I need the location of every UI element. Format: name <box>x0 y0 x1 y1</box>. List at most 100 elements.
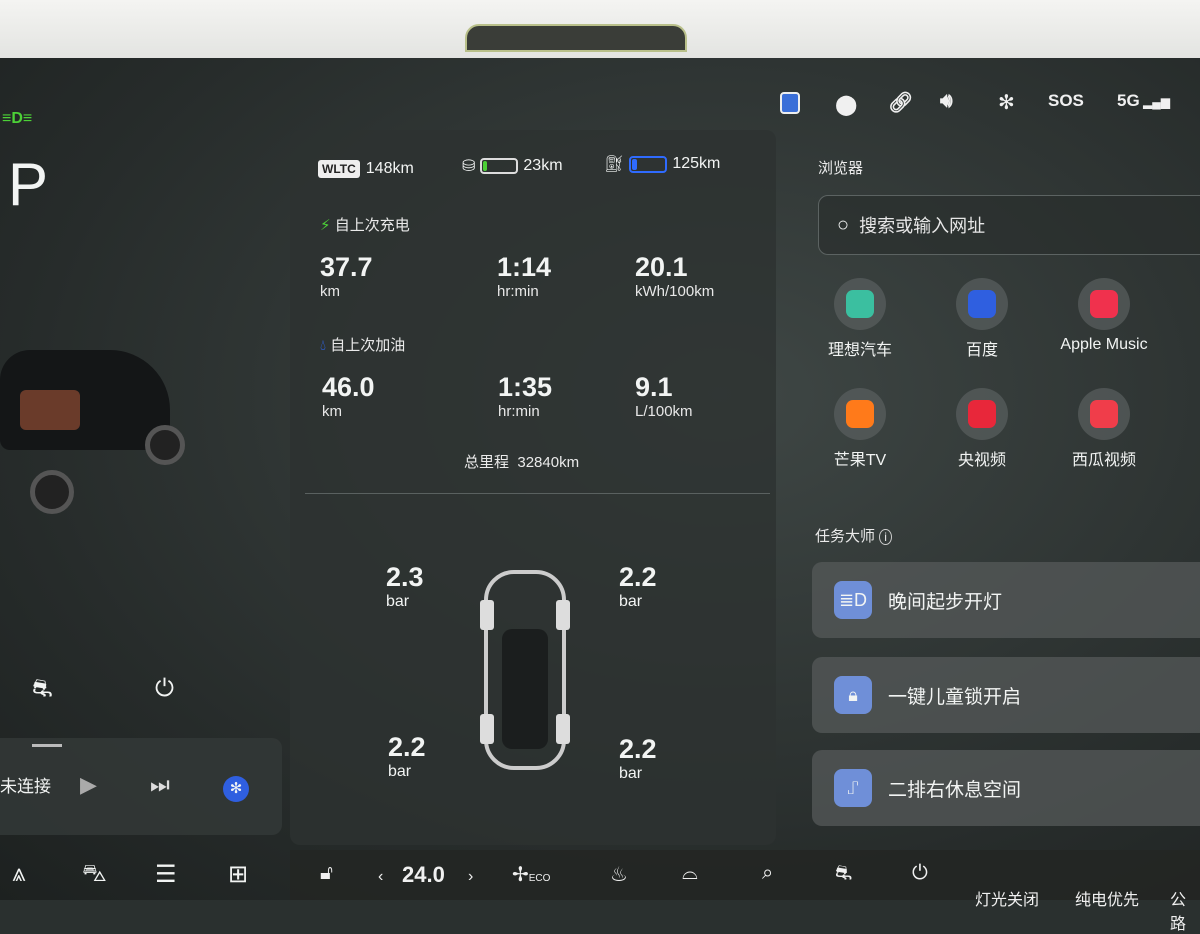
unit: km <box>322 403 342 420</box>
temp-down-button[interactable]: ‹ <box>378 868 383 886</box>
fuel-range: ⛽︎ 125km <box>604 154 720 174</box>
task-card[interactable]: ≣D 晚间起步开灯 <box>812 562 1200 638</box>
value: 20.1 <box>635 252 688 282</box>
location-icon[interactable]: ⬤ <box>835 92 857 117</box>
app-shortcut[interactable]: 百度 <box>932 278 1032 360</box>
battery-range-value: 23km <box>523 157 563 174</box>
since-charge-header: ⚡︎ 自上次充电 <box>320 214 410 235</box>
drive-mode-button[interactable]: 纯电优先 <box>1075 886 1139 910</box>
value: 37.7 <box>320 252 373 282</box>
network-indicator: 5G ▂▄▆ <box>1117 91 1170 111</box>
network-label: 5G <box>1117 91 1140 110</box>
fuel-drop-icon: 💧︎ <box>320 337 327 354</box>
next-track-button[interactable]: ⏭ <box>150 772 170 798</box>
info-icon[interactable]: i <box>879 529 892 545</box>
tire-front-right: 2.2 bar <box>619 562 657 611</box>
pressure: 2.3 <box>386 562 424 592</box>
temp-up-button[interactable]: › <box>468 868 473 886</box>
charge-port-icon[interactable]: ⏻ <box>155 675 174 703</box>
app-label: 央视频 <box>957 452 1006 469</box>
light-status-button[interactable]: 灯光关闭 <box>975 886 1039 910</box>
refuel-distance: 46.0 km <box>322 372 375 420</box>
unlock-icon[interactable]: 🔓︎ <box>320 862 333 885</box>
app-shortcut[interactable]: 央视频 <box>932 388 1032 470</box>
pressure: 2.2 <box>619 734 657 764</box>
app-shortcut[interactable]: Apple Music <box>1054 278 1154 354</box>
suspension-icon[interactable]: ⛐ <box>835 862 852 887</box>
fuel-pump-icon: ⛽︎ <box>604 156 625 173</box>
browser-title: 浏览器 <box>818 160 864 177</box>
wltc-range-value: 148km <box>365 160 414 177</box>
refuel-consumption: 9.1 L/100km <box>635 372 693 420</box>
task-label: 一键儿童锁开启 <box>888 686 1022 708</box>
app-shortcut[interactable]: 优 <box>1176 278 1200 360</box>
sos-button[interactable]: SOS <box>1048 91 1084 111</box>
fan-mode: ECO <box>528 873 551 884</box>
unit: bar <box>619 765 643 782</box>
unit: bar <box>388 763 412 780</box>
defrost-icon[interactable]: ⌓ <box>682 862 698 885</box>
fuel-range-value: 125km <box>672 155 721 172</box>
task-label: 二排右休息空间 <box>888 779 1022 801</box>
car-outline-diagram <box>480 570 570 770</box>
browser-search-input[interactable]: ○ 搜索或输入网址 <box>818 195 1200 255</box>
navigation-icon[interactable]: ⩓ <box>12 860 26 888</box>
app-label: 西瓜视频 <box>1071 452 1136 469</box>
app-label: 芒果TV <box>833 452 887 469</box>
media-status: 未连接 <box>0 777 51 796</box>
extra-mode-button[interactable]: 公路 <box>1170 886 1200 934</box>
tire-rear-right: 2.2 bar <box>619 734 657 783</box>
charge-port-icon[interactable]: ⏻ <box>912 862 928 885</box>
unit: km <box>320 283 340 300</box>
battery-range: ⛁ 23km <box>462 156 563 176</box>
lightning-icon: ⚡︎ <box>320 217 331 234</box>
odometer-value: 32840km <box>517 454 580 471</box>
refuel-time: 1:35 hr:min <box>498 372 552 420</box>
task-master-header: 任务大师 i <box>815 525 892 546</box>
unit: hr:min <box>498 403 540 420</box>
volume-icon[interactable]: 🔊︎ <box>940 90 953 113</box>
battery-level-bar <box>480 158 519 174</box>
child-lock-icon: 🔒︎ <box>834 676 872 714</box>
pressure: 2.2 <box>388 732 426 762</box>
pressure: 2.2 <box>619 562 657 592</box>
unit: hr:min <box>497 283 539 300</box>
app-icon <box>956 388 1008 440</box>
unit: bar <box>619 593 643 610</box>
play-button[interactable]: ▶ <box>80 772 97 798</box>
controls-icon[interactable]: ☰ <box>155 860 177 889</box>
drag-handle[interactable] <box>32 744 62 747</box>
bluetooth-button[interactable]: ✻ <box>223 776 249 802</box>
fan-icon: ✢ <box>512 864 529 886</box>
wiper-icon[interactable]: ⌕ <box>762 862 773 885</box>
app-icon <box>956 278 1008 330</box>
tire-front-left: 2.3 bar <box>386 562 424 611</box>
unit: kWh/100km <box>635 283 715 300</box>
task-master-title: 任务大师 <box>815 528 876 545</box>
charge-consumption: 20.1 kWh/100km <box>635 252 714 300</box>
charge-distance: 37.7 km <box>320 252 373 300</box>
seat-icon: ⑀ <box>834 769 872 807</box>
unit: L/100km <box>635 403 693 420</box>
task-card[interactable]: ⑀ 二排右休息空间 <box>812 750 1200 826</box>
task-label: 晚间起步开灯 <box>888 591 1003 613</box>
lights-icon: ≡D≡ <box>2 110 33 127</box>
link-icon[interactable]: 🔗︎ <box>888 90 913 115</box>
seat-heat-icon[interactable]: ♨ <box>610 862 628 887</box>
app-shortcut[interactable]: 理想汽车 <box>810 278 910 360</box>
app-icon <box>834 278 886 330</box>
fuel-level-bar <box>629 155 668 173</box>
app-shortcut[interactable]: 芒果TV <box>810 388 910 470</box>
bluetooth-icon[interactable]: ✻ <box>998 90 1015 115</box>
vehicle-icon[interactable]: ⛍ <box>82 860 107 890</box>
app-icon <box>1078 388 1130 440</box>
unit: bar <box>386 593 410 610</box>
apps-grid-icon[interactable]: ⊞ <box>228 860 248 889</box>
value: 46.0 <box>322 372 375 402</box>
app-shortcut[interactable]: 西瓜视频 <box>1054 388 1154 470</box>
app-icon <box>1078 278 1130 330</box>
wltc-range: WLTC 148km <box>318 160 414 178</box>
suspension-icon[interactable]: ⛐ <box>32 675 53 705</box>
fan-button[interactable]: ✢ECO <box>512 862 550 887</box>
task-card[interactable]: 🔒︎ 一键儿童锁开启 <box>812 657 1200 733</box>
